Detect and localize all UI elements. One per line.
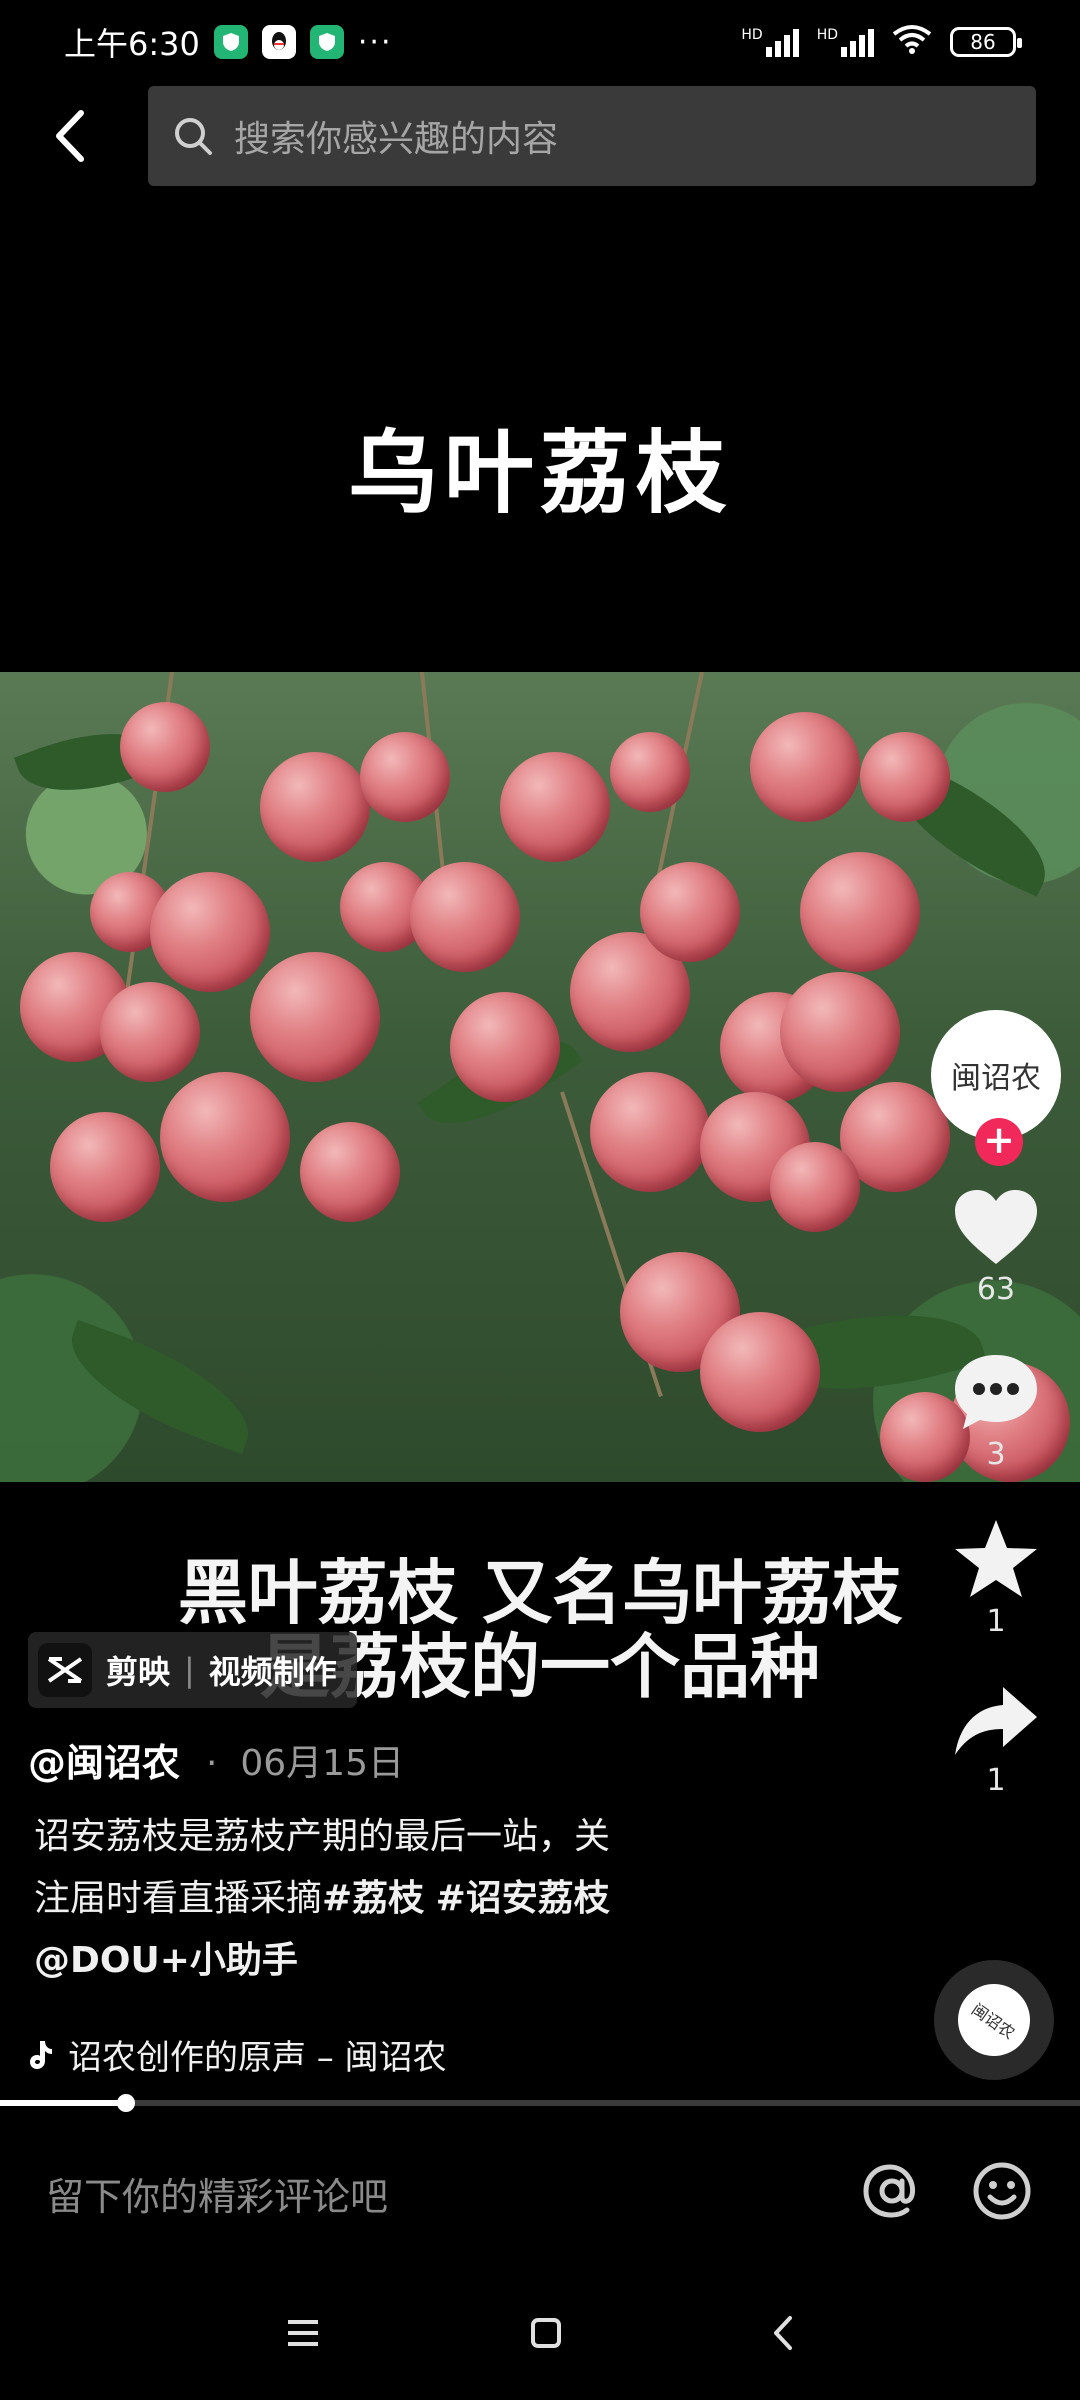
lychee xyxy=(50,1112,160,1222)
playback-progress[interactable] xyxy=(0,2094,1080,2112)
capcut-logo-icon xyxy=(38,1643,92,1697)
action-rail: 闽诏农 + 63 3 1 1 xyxy=(928,1010,1064,1798)
progress-thumb[interactable] xyxy=(117,2094,136,2112)
home-icon[interactable] xyxy=(530,2317,562,2353)
lychee xyxy=(150,872,270,992)
emoji-icon[interactable] xyxy=(970,2159,1034,2227)
lychee xyxy=(300,1122,400,1222)
chevron-left-icon xyxy=(56,110,84,162)
lychee xyxy=(260,752,370,862)
desc-line-1: 诏安荔枝是荔枝产期的最后一站，关 xyxy=(34,1816,611,1857)
network-label-2: HD xyxy=(816,27,838,43)
lychee xyxy=(410,862,520,972)
nav-back-icon[interactable] xyxy=(772,2315,794,2355)
share-arrow-icon xyxy=(955,1687,1037,1755)
lychee xyxy=(100,982,200,1082)
lychee xyxy=(780,972,900,1092)
video-player[interactable] xyxy=(0,672,1080,1482)
capcut-label: 视频制作 xyxy=(208,1653,337,1691)
speech-bubble-icon xyxy=(955,1355,1037,1429)
capcut-brand: 剪映 xyxy=(106,1653,171,1691)
author-avatar[interactable]: 闽诏农 + xyxy=(931,1010,1061,1166)
shield-app-icon xyxy=(213,25,248,59)
progress-fill xyxy=(0,2100,127,2106)
tiktok-note-icon xyxy=(30,2040,52,2069)
signal-icon: HD xyxy=(741,27,799,57)
signal-icon-2: HD xyxy=(817,27,874,57)
video-title-overlay: 乌叶荔枝 xyxy=(348,421,732,526)
lychee xyxy=(360,732,450,822)
mention-dou-helper[interactable]: @DOU+小助手 xyxy=(34,1930,714,1992)
network-label: HD xyxy=(741,27,763,43)
lychee xyxy=(120,702,210,792)
leaf xyxy=(54,1319,266,1455)
lychee xyxy=(750,712,860,822)
battery-level: 86 xyxy=(970,30,996,54)
comment-icons xyxy=(860,2159,1034,2227)
desc-line-2: 注届时看直播采摘#荔枝 #诏安荔枝 xyxy=(34,1868,714,1930)
hashtag-lychee[interactable]: #荔枝 xyxy=(322,1878,424,1919)
lychee xyxy=(610,732,690,812)
wifi-icon xyxy=(892,24,932,60)
status-left: 上午6:30 ··· xyxy=(64,19,392,65)
follow-button[interactable]: + xyxy=(975,1118,1023,1166)
music-disc-label: 闽诏农 xyxy=(943,1969,1045,2071)
system-nav-bar xyxy=(0,2290,1080,2380)
music-disc[interactable]: 闽诏农 xyxy=(934,1960,1054,2080)
lychee xyxy=(700,1312,820,1432)
comment-button[interactable]: 3 xyxy=(928,1351,1064,1472)
date-dot: · xyxy=(206,1742,218,1784)
status-time: 上午6:30 xyxy=(64,25,200,63)
lychee xyxy=(770,1142,860,1232)
favorite-button[interactable]: 1 xyxy=(928,1516,1064,1639)
avatar-text: 闽诏农 xyxy=(951,1061,1041,1096)
lychee xyxy=(590,1072,710,1192)
back-button[interactable] xyxy=(40,100,100,172)
lychee xyxy=(640,862,740,962)
date-text: 06月15日 xyxy=(240,1742,404,1784)
music-title: 诏农创作的原声 – 闽诏农 xyxy=(68,2038,447,2078)
heart-icon xyxy=(955,1190,1037,1264)
capcut-separator: | xyxy=(184,1651,195,1689)
lychee xyxy=(500,752,610,862)
music-line[interactable]: 诏农创作的原声 – 闽诏农 xyxy=(28,2030,447,2079)
comment-bar: 留下你的精彩评论吧 xyxy=(0,2138,1080,2248)
status-right: HD HD 86 xyxy=(741,24,1022,60)
lychee xyxy=(450,992,560,1102)
video-caption-line-1: 黑叶荔枝 又名乌叶荔枝 xyxy=(177,1552,903,1634)
share-button[interactable]: 1 xyxy=(928,1683,1064,1798)
qq-icon xyxy=(261,25,296,59)
search-placeholder: 搜索你感兴趣的内容 xyxy=(234,119,559,160)
status-bar: 上午6:30 ··· HD HD 86 xyxy=(0,0,1080,84)
post-date: · 06月15日 xyxy=(206,1734,404,1786)
search-icon xyxy=(175,118,212,155)
post-description[interactable]: 诏安荔枝是荔枝产期的最后一站，关 注届时看直播采摘#荔枝 #诏安荔枝 @DOU+… xyxy=(34,1806,714,1992)
battery-icon: 86 xyxy=(950,27,1022,57)
lychee xyxy=(160,1072,290,1202)
like-button[interactable]: 63 xyxy=(928,1186,1064,1307)
capcut-badge[interactable]: 剪映 | 视频制作 xyxy=(28,1632,357,1708)
hashtag-zhaoan-lychee[interactable]: #诏安荔枝 xyxy=(436,1878,610,1919)
author-name[interactable]: @闽诏农 xyxy=(28,1732,180,1787)
menu-icon[interactable] xyxy=(286,2318,320,2352)
shield-app-icon-2 xyxy=(309,25,344,59)
share-count: 1 xyxy=(986,1763,1006,1798)
star-icon xyxy=(955,1520,1037,1597)
search-input[interactable]: 搜索你感兴趣的内容 xyxy=(148,86,1036,186)
comment-count: 3 xyxy=(986,1437,1006,1472)
lychee xyxy=(860,732,950,822)
desc-line-2-text: 注届时看直播采摘 xyxy=(34,1878,323,1919)
comment-input[interactable]: 留下你的精彩评论吧 xyxy=(46,2166,860,2221)
more-notifications-icon: ··· xyxy=(357,24,393,60)
lychee xyxy=(800,852,920,972)
author-line: @闽诏农 · 06月15日 xyxy=(28,1732,404,1787)
at-sign-icon[interactable] xyxy=(860,2159,924,2227)
like-count: 63 xyxy=(976,1272,1016,1307)
lychee xyxy=(250,952,380,1082)
favorite-count: 1 xyxy=(986,1604,1006,1639)
